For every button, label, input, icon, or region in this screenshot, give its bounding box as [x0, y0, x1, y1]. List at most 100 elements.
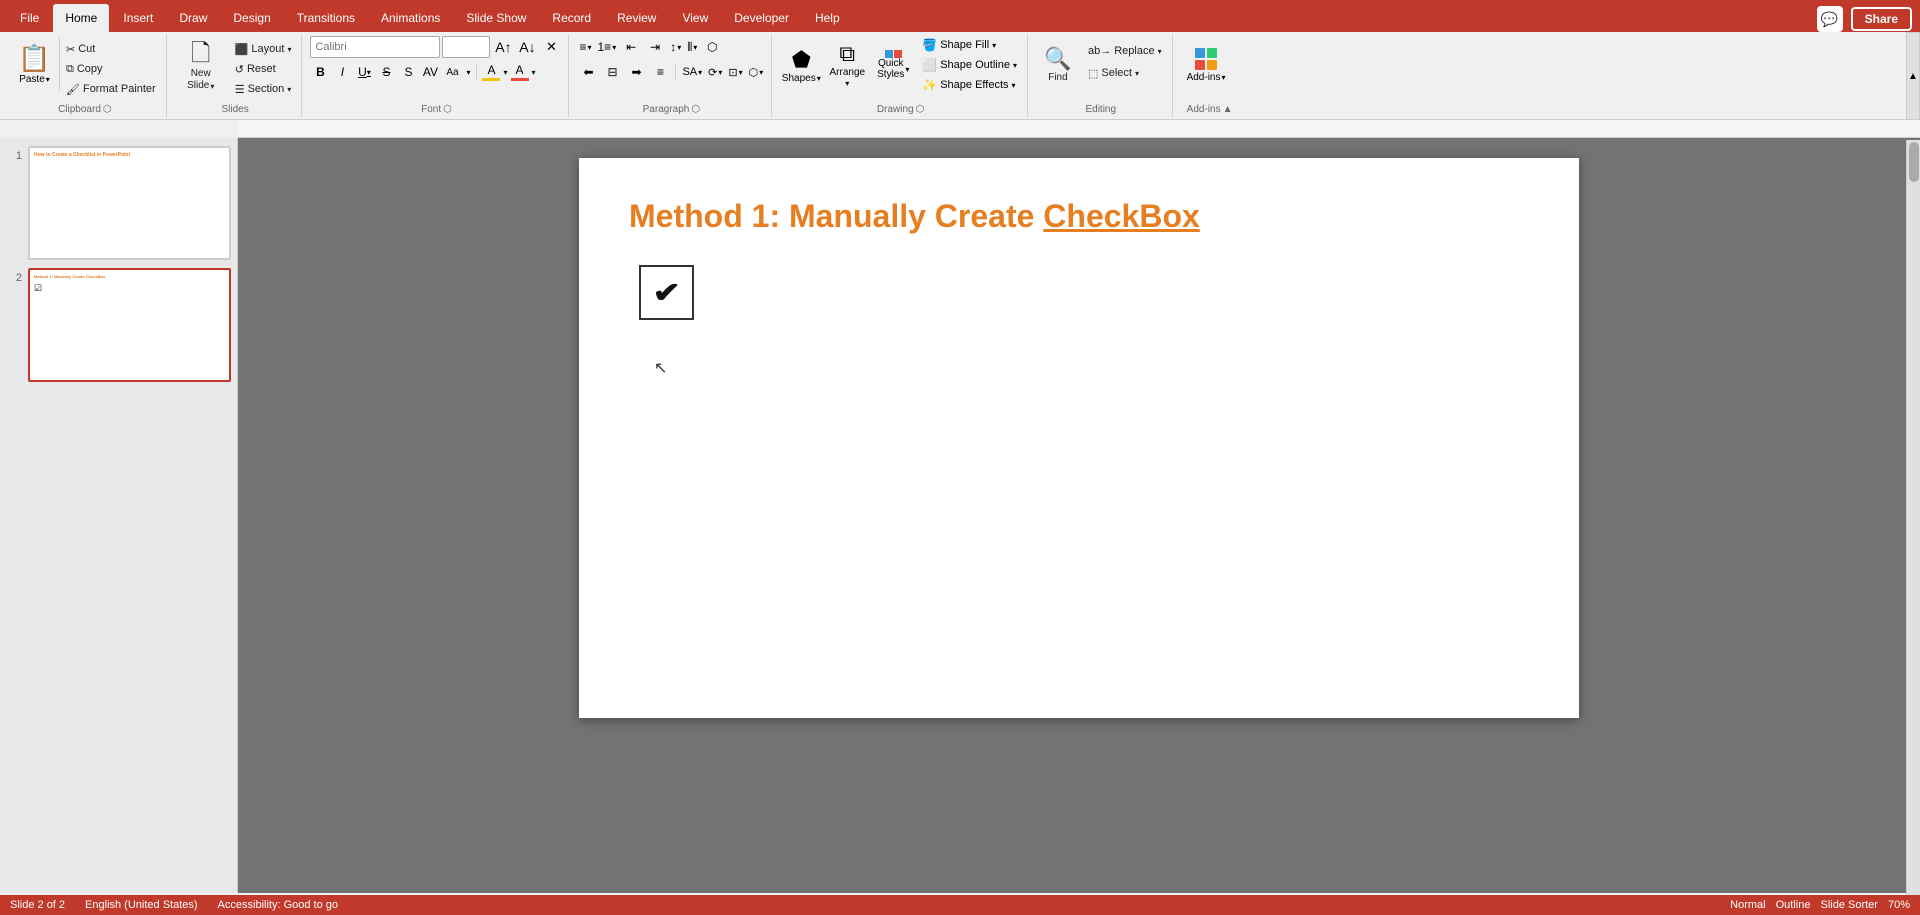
text-direction-button[interactable]: ⟳ ▾: [706, 61, 724, 83]
columns-icon: ⫴: [687, 40, 692, 55]
shape-outline-icon: ⬜: [922, 58, 937, 72]
convert-to-smartart-button[interactable]: ⬡ ▾: [747, 61, 766, 83]
tab-view[interactable]: View: [670, 4, 720, 32]
reset-button[interactable]: ↺ Reset: [231, 60, 296, 78]
increase-indent-button[interactable]: ⇥: [644, 36, 666, 58]
tab-help[interactable]: Help: [803, 4, 852, 32]
quick-styles-button[interactable]: Quick Styles ▾: [872, 36, 914, 94]
cursor: ↖: [654, 358, 667, 378]
font-name-input[interactable]: [310, 36, 440, 58]
paste-icon: 📋: [18, 43, 50, 74]
tab-slideshow[interactable]: Slide Show: [454, 4, 538, 32]
paragraph-expand-btn[interactable]: ⬡: [691, 104, 700, 115]
strikethrough-button[interactable]: S: [376, 62, 396, 82]
new-slide-button[interactable]: 🗋 New Slide ▾: [175, 36, 227, 96]
shape-outline-button[interactable]: ⬜ Shape Outline ▾: [918, 56, 1021, 74]
tab-review[interactable]: Review: [605, 4, 668, 32]
tab-draw[interactable]: Draw: [167, 4, 219, 32]
italic-button[interactable]: I: [332, 62, 352, 82]
decrease-indent-button[interactable]: ⇤: [620, 36, 642, 58]
slide-1-thumbnail[interactable]: How to Create a Checklist in PowerPoint: [28, 146, 231, 260]
bold-button[interactable]: B: [310, 62, 330, 82]
layout-button[interactable]: ⬛ Layout ▾: [231, 40, 296, 58]
columns-button[interactable]: ⫴ ▾: [685, 36, 699, 58]
tab-design[interactable]: Design: [221, 4, 282, 32]
scrollbar-thumb[interactable]: [1909, 142, 1919, 182]
highlight-dropdown[interactable]: ▾: [503, 68, 507, 77]
change-case-dropdown[interactable]: ▾: [464, 61, 472, 83]
shape-fill-icon: 🪣: [922, 38, 937, 52]
shapes-button[interactable]: ⬟ Shapes ▾: [780, 36, 822, 94]
addins-collapse-icon[interactable]: ▲: [1223, 104, 1233, 115]
arrange-button[interactable]: ⧉ Arrange ▾: [826, 36, 868, 94]
font-expand-icon[interactable]: ⬡: [443, 104, 452, 115]
language-indicator: English (United States): [85, 899, 198, 911]
slide-sorter-button[interactable]: Slide Sorter: [1820, 899, 1877, 911]
paste-button[interactable]: 📋 Paste ▾: [10, 36, 60, 91]
line-spacing-button[interactable]: ↕ ▾: [668, 36, 683, 58]
format-painter-icon: 🖌: [66, 83, 80, 96]
normal-view-button[interactable]: Normal: [1730, 899, 1765, 911]
shape-effects-button[interactable]: ✨ Shape Effects ▾: [918, 76, 1021, 94]
align-text-button[interactable]: ⊡ ▾: [726, 61, 744, 83]
cut-button[interactable]: ✂ Cut: [62, 40, 160, 58]
collapse-ribbon-button[interactable]: ▲: [1906, 32, 1920, 120]
numbered-list-button[interactable]: 1≡ ▾: [596, 36, 619, 58]
paragraph-expand-icon[interactable]: ⬡: [701, 36, 723, 58]
smart-art-button[interactable]: SA ▾: [680, 61, 704, 83]
tab-insert[interactable]: Insert: [111, 4, 165, 32]
replace-button[interactable]: ab→ Replace ▾: [1084, 42, 1166, 60]
shape-fill-button[interactable]: 🪣 Shape Fill ▾: [918, 36, 1021, 54]
char-spacing-button[interactable]: AV: [420, 62, 440, 82]
font-size-input[interactable]: 18: [442, 36, 490, 58]
increase-font-size-button[interactable]: A↑: [492, 36, 514, 58]
copy-button[interactable]: ⧉ Copy: [62, 60, 160, 78]
new-slide-icon: 🗋: [191, 40, 210, 69]
copy-icon: ⧉: [66, 63, 74, 76]
checkbox-shape[interactable]: ✔: [639, 265, 694, 320]
quick-styles-icon: [885, 50, 902, 58]
bullet-list-button[interactable]: ≡ ▾: [577, 36, 593, 58]
comments-button[interactable]: 💬: [1817, 6, 1843, 32]
slide-2-thumbnail[interactable]: Method 1: Manually Create CheckBox ☑: [28, 268, 231, 382]
font-color-button[interactable]: A: [510, 62, 530, 82]
clipboard-expand-icon[interactable]: ⬡: [103, 104, 112, 115]
add-ins-button[interactable]: Add-ins ▾: [1181, 36, 1232, 94]
slide-thumbnail-1[interactable]: 1 How to Create a Checklist in PowerPoin…: [6, 146, 231, 260]
shape-effects-icon: ✨: [922, 78, 937, 92]
find-button[interactable]: 🔍 Find: [1036, 36, 1080, 94]
new-slide-dropdown-icon[interactable]: ▾: [210, 82, 214, 92]
outline-view-button[interactable]: Outline: [1776, 899, 1811, 911]
align-left-button[interactable]: ⬅: [577, 61, 599, 83]
decrease-font-size-button[interactable]: A↓: [516, 36, 538, 58]
font-color-dropdown[interactable]: ▾: [532, 68, 536, 77]
zoom-level[interactable]: 70%: [1888, 899, 1910, 911]
clear-formatting-button[interactable]: ✕: [540, 36, 562, 58]
select-button[interactable]: ⬚ Select ▾: [1084, 64, 1166, 82]
tab-developer[interactable]: Developer: [722, 4, 801, 32]
shapes-dropdown-icon[interactable]: ▾: [817, 74, 821, 83]
highlight-color-button[interactable]: A: [481, 62, 501, 82]
tab-transitions[interactable]: Transitions: [285, 4, 367, 32]
slide-thumbnail-2[interactable]: 2 Method 1: Manually Create CheckBox ☑: [6, 268, 231, 382]
align-center-button[interactable]: ⊟: [601, 61, 623, 83]
change-case-button[interactable]: Aa: [442, 62, 462, 82]
underline-button[interactable]: U▾: [354, 62, 374, 82]
tab-record[interactable]: Record: [540, 4, 603, 32]
drawing-expand-icon[interactable]: ⬡: [916, 104, 925, 115]
vertical-scrollbar[interactable]: [1906, 140, 1920, 895]
tab-file[interactable]: File: [8, 4, 51, 32]
section-button[interactable]: ☰ Section ▾: [231, 80, 296, 98]
justify-button[interactable]: ≡: [649, 61, 671, 83]
align-right-button[interactable]: ➡: [625, 61, 647, 83]
bullet-list-icon: ≡: [579, 40, 586, 54]
paste-dropdown-icon[interactable]: ▾: [46, 75, 50, 84]
format-painter-button[interactable]: 🖌 Format Painter: [62, 80, 160, 98]
slide-title: Method 1: Manually Create CheckBox: [629, 198, 1529, 235]
tab-animations[interactable]: Animations: [369, 4, 452, 32]
text-shadow-button[interactable]: S: [398, 62, 418, 82]
slide-canvas: Method 1: Manually Create CheckBox ✔ ↖: [579, 158, 1579, 718]
checkmark-icon: ✔: [652, 276, 680, 309]
share-button[interactable]: Share: [1851, 7, 1912, 31]
tab-home[interactable]: Home: [53, 4, 109, 32]
